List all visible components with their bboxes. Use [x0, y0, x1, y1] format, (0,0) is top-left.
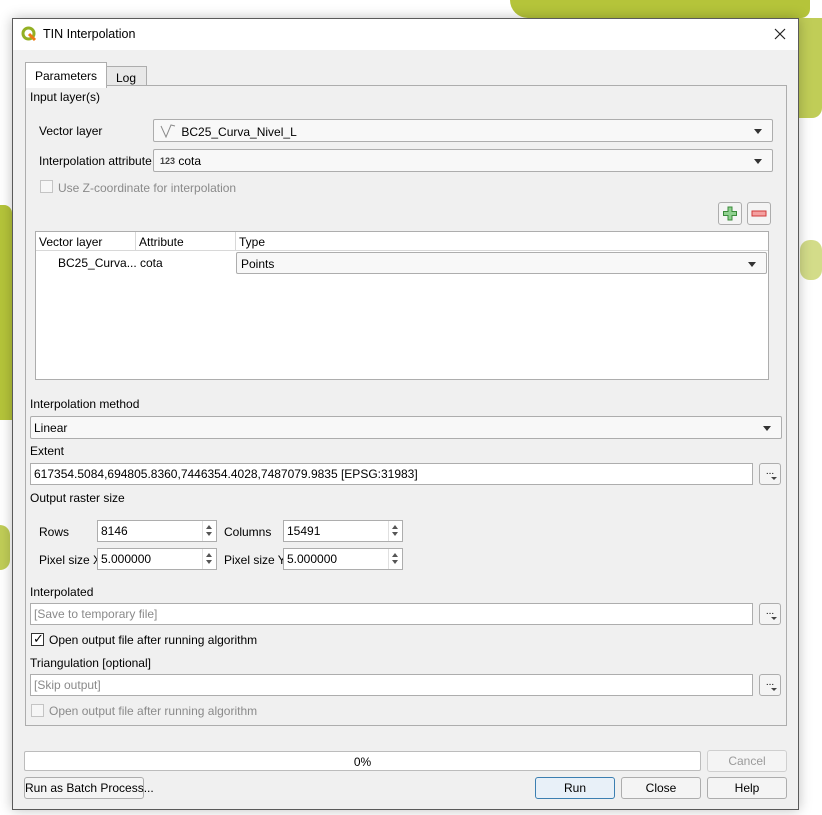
help-button[interactable]: Help: [707, 777, 787, 799]
ellipsis-icon: ...: [765, 677, 775, 688]
progress-text: 0%: [353, 755, 372, 769]
background-map: [510, 0, 810, 18]
pixel-size-y-label: Pixel size Y: [224, 553, 286, 567]
close-icon[interactable]: [770, 24, 790, 44]
line-layer-icon: [160, 124, 176, 139]
type-value: Points: [241, 257, 275, 271]
run-batch-button[interactable]: Run as Batch Process...: [24, 777, 154, 799]
column-header-type[interactable]: Type: [236, 232, 768, 251]
tab-parameters[interactable]: Parameters: [25, 62, 107, 88]
pixel-size-y-value: 5.000000: [287, 552, 338, 566]
plus-icon: [723, 206, 737, 221]
vector-layer-value: BC25_Curva_Nivel_L: [181, 125, 297, 139]
extent-label: Extent: [30, 444, 65, 458]
open-triangulation-label: Open output file after running algorithm: [49, 704, 258, 718]
chevron-down-icon: [754, 159, 762, 164]
spin-arrows-icon[interactable]: [202, 521, 216, 541]
column-header-vector-layer[interactable]: Vector layer: [36, 232, 136, 251]
spin-arrows-icon[interactable]: [388, 549, 402, 569]
columns-spinbox[interactable]: 15491: [283, 520, 403, 542]
columns-label: Columns: [224, 525, 272, 539]
background-map: [0, 525, 10, 570]
columns-value: 15491: [287, 524, 321, 538]
checkmark-icon: ✓: [33, 631, 44, 646]
open-interpolated-checkbox[interactable]: ✓: [31, 631, 44, 646]
output-raster-size-label: Output raster size: [30, 491, 125, 505]
triangulation-output-button[interactable]: ...: [759, 674, 781, 696]
interpolation-attribute-label: Interpolation attribute: [39, 154, 152, 168]
spin-arrows-icon[interactable]: [202, 549, 216, 569]
window-title: TIN Interpolation: [43, 27, 136, 41]
numeric-field-icon: 123: [160, 156, 176, 166]
interpolated-output-button[interactable]: ...: [759, 603, 781, 625]
interpolation-attribute-combo[interactable]: 123 cota: [153, 149, 773, 172]
ellipsis-icon: ...: [765, 466, 775, 477]
rows-spinbox[interactable]: 8146: [97, 520, 217, 542]
pixel-size-x-value: 5.000000: [101, 552, 152, 566]
use-z-label: Use Z-coordinate for interpolation: [58, 181, 237, 195]
pixel-size-x-label: Pixel size X: [39, 553, 102, 567]
chevron-down-icon: [754, 129, 762, 134]
rows-value: 8146: [101, 524, 128, 538]
title-bar: TIN Interpolation: [13, 19, 798, 50]
interpolated-label: Interpolated: [30, 585, 94, 599]
cancel-button[interactable]: Cancel: [707, 750, 787, 772]
progress-bar: 0%: [24, 751, 701, 771]
add-layer-button[interactable]: [718, 202, 742, 225]
interpolation-attribute-value: cota: [178, 154, 202, 168]
open-interpolated-label: Open output file after running algorithm: [49, 633, 258, 647]
interpolated-output-input[interactable]: [Save to temporary file]: [30, 603, 753, 625]
background-map: [797, 18, 822, 118]
interpolation-method-value: Linear: [34, 421, 68, 435]
column-header-attribute[interactable]: Attribute: [136, 232, 236, 251]
tin-interpolation-dialog: TIN Interpolation Parameters Log Input l…: [12, 18, 799, 810]
table-cell-vector-layer[interactable]: BC25_Curva...: [55, 252, 137, 274]
pixel-size-y-spinbox[interactable]: 5.000000: [283, 548, 403, 570]
interpolation-method-combo[interactable]: Linear: [30, 416, 782, 439]
background-map: [800, 240, 822, 280]
open-triangulation-checkbox[interactable]: [31, 704, 44, 717]
remove-layer-button[interactable]: [747, 202, 771, 225]
chevron-down-icon: [763, 426, 771, 431]
spin-arrows-icon[interactable]: [388, 521, 402, 541]
ellipsis-icon: ...: [765, 606, 775, 617]
dropdown-arrow-icon: [771, 477, 777, 480]
chevron-down-icon: [748, 262, 756, 267]
use-z-checkbox[interactable]: [40, 180, 53, 193]
run-button[interactable]: Run: [535, 777, 615, 799]
background-map: [0, 205, 12, 420]
extent-options-button[interactable]: ...: [759, 463, 781, 485]
parameters-panel: Input layer(s) Vector layer BC25_Curva_N…: [25, 85, 787, 726]
table-cell-attribute[interactable]: cota: [137, 252, 235, 274]
vector-layer-combo[interactable]: BC25_Curva_Nivel_L: [153, 119, 773, 142]
input-layers-label: Input layer(s): [30, 90, 101, 104]
extent-input[interactable]: 617354.5084,694805.8360,7446354.4028,748…: [30, 463, 753, 485]
interpolation-method-label: Interpolation method: [30, 397, 140, 411]
type-combo[interactable]: Points: [236, 252, 767, 274]
triangulation-output-input[interactable]: [Skip output]: [30, 674, 753, 696]
qgis-logo-icon: [21, 26, 37, 42]
rows-label: Rows: [39, 525, 70, 539]
dropdown-arrow-icon: [771, 617, 777, 620]
triangulation-label: Triangulation [optional]: [30, 656, 151, 670]
input-layers-table: Vector layer Attribute Type BC25_Curva..…: [35, 231, 769, 380]
dropdown-arrow-icon: [771, 688, 777, 691]
pixel-size-x-spinbox[interactable]: 5.000000: [97, 548, 217, 570]
vector-layer-label: Vector layer: [39, 124, 103, 138]
minus-icon: [751, 210, 767, 217]
close-button[interactable]: Close: [621, 777, 701, 799]
